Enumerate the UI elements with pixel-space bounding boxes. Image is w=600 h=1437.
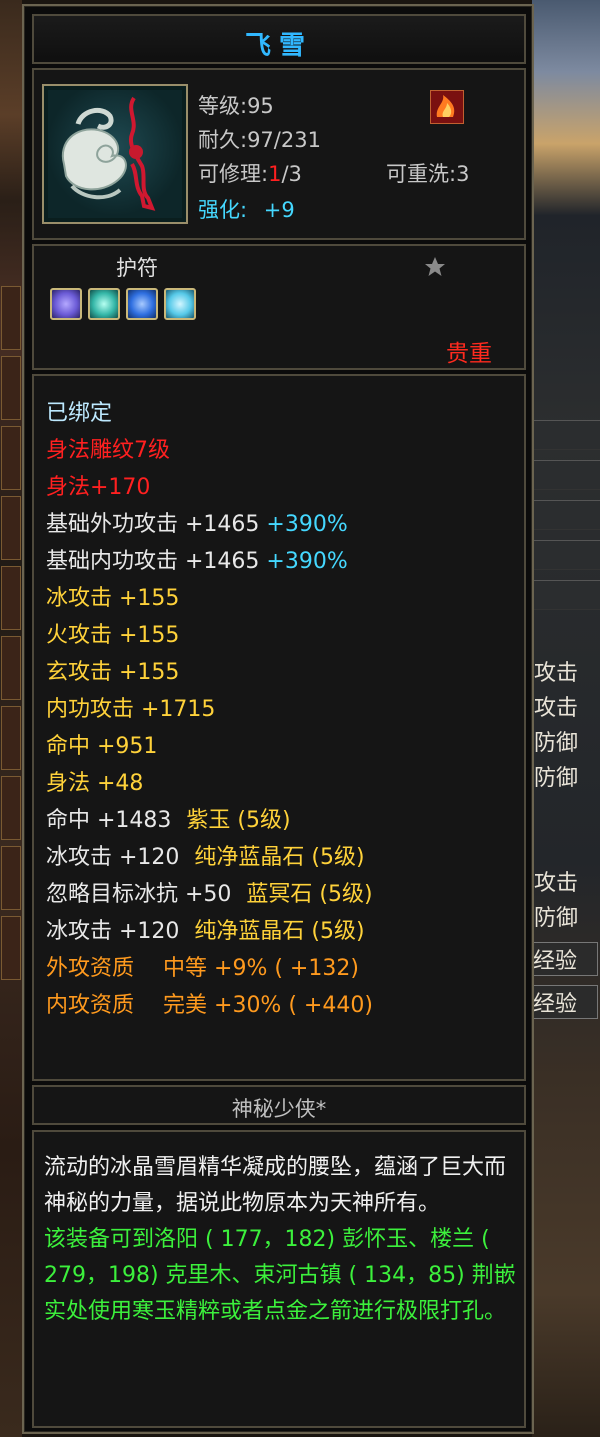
ice-attack: 冰攻击 +155 <box>46 586 180 611</box>
gem-stat: 冰攻击 +120 <box>46 845 180 870</box>
item-icon-frame <box>42 84 188 224</box>
item-level: 等级:95 <box>198 94 274 118</box>
background-slot[interactable] <box>1 426 21 490</box>
background-stat-row <box>534 460 600 490</box>
gem-name: 纯净蓝晶石 (5级) <box>194 845 365 870</box>
purple-gem-icon[interactable] <box>50 288 82 320</box>
gem-line-3: 忽略目标冰抗 +50 蓝冥石 (5级) <box>46 881 373 909</box>
repair-total: /3 <box>281 162 302 186</box>
cyan-gem-icon[interactable] <box>164 288 196 320</box>
carving-level: 身法雕纹7级 <box>46 438 170 463</box>
gem-name: 紫玉 (5级) <box>186 808 291 833</box>
teal-gem-icon[interactable] <box>88 288 120 320</box>
item-rarity: 贵重 <box>446 341 492 367</box>
background-slot[interactable] <box>1 286 21 350</box>
background-slot[interactable] <box>1 636 21 700</box>
background-slot[interactable] <box>1 846 21 910</box>
item-rewash: 可重洗:3 <box>386 162 470 186</box>
blue-gem-icon[interactable] <box>126 288 158 320</box>
base-outer-attack-pct: +390% <box>266 512 348 537</box>
base-inner-attack-pct: +390% <box>266 549 348 574</box>
quality-value: 中等 +9% ( +132) <box>163 956 359 981</box>
background-slot[interactable] <box>1 706 21 770</box>
mystic-attack: 玄攻击 +155 <box>46 660 180 685</box>
item-attributes: 已绑定 身法雕纹7级 身法+170 基础外功攻击 +1465 +390% 基础内… <box>32 374 526 1081</box>
hit-rating: 命中 +951 <box>46 734 158 759</box>
gem-stat: 命中 +1483 <box>46 808 172 833</box>
gem-name: 纯净蓝晶石 (5级) <box>194 919 365 944</box>
background-slot[interactable] <box>1 776 21 840</box>
carving-bonus: 身法+170 <box>46 475 151 500</box>
item-repair: 可修理:1/3 <box>198 158 302 188</box>
background-exp-button[interactable]: 经验 <box>532 942 598 976</box>
quality-label: 内攻资质 <box>46 993 135 1018</box>
gem-line-4: 冰攻击 +120 纯净蓝晶石 (5级) <box>46 918 365 946</box>
enhance-value: +9 <box>263 198 295 222</box>
base-outer-attack: 基础外功攻击 +1465 +390% <box>46 511 348 539</box>
background-inventory-slots <box>0 280 22 1040</box>
background-exp-button[interactable]: 经验 <box>532 985 598 1019</box>
quality-value: 完美 +30% ( +440) <box>163 993 373 1018</box>
star-icon <box>424 256 446 278</box>
base-inner-attack: 基础内功攻击 +1465 +390% <box>46 548 348 576</box>
enhance-label: 强化: <box>198 198 248 222</box>
gem-name: 蓝冥石 (5级) <box>246 882 373 907</box>
repair-used: 1 <box>268 162 282 186</box>
background-stat-row <box>534 580 600 610</box>
fire-attack: 火攻击 +155 <box>46 623 180 648</box>
repair-label: 可修理: <box>198 162 269 186</box>
agility: 身法 +48 <box>46 771 144 796</box>
background-stat-label: 防御 <box>534 731 579 756</box>
tooltip-title-bar: 飞雪 <box>32 14 526 64</box>
outer-attack-quality: 外攻资质 中等 +9% ( +132) <box>46 955 359 983</box>
item-maker: 神秘少侠* <box>231 1097 327 1121</box>
item-tooltip: 飞雪 等级:95 耐久:97/231 可修理:1/3 可重洗:3 强化: +9 <box>22 4 534 1434</box>
lore-text: 流动的冰晶雪眉精华凝成的腰坠，蕴涵了巨大而神秘的力量，据说此物原本为天神所有。 <box>44 1155 507 1216</box>
background-stat-label: 攻击 <box>534 871 579 896</box>
item-type-panel: 护符 贵重 <box>32 244 526 370</box>
gem-stat: 冰攻击 +120 <box>46 919 180 944</box>
background-slot[interactable] <box>1 566 21 630</box>
item-summary: 等级:95 耐久:97/231 可修理:1/3 可重洗:3 强化: +9 <box>32 68 526 240</box>
item-name: 飞雪 <box>244 31 313 61</box>
background-stat-row <box>534 540 600 570</box>
background-stat-label: 防御 <box>534 906 579 931</box>
background-slot[interactable] <box>1 916 21 980</box>
background-slot[interactable] <box>1 496 21 560</box>
gem-line-2: 冰攻击 +120 纯净蓝晶石 (5级) <box>46 844 365 872</box>
bound-status: 已绑定 <box>46 401 113 426</box>
background-stat-row <box>534 420 600 450</box>
hint-text: 该装备可到洛阳 ( 177，182) 彭怀玉、楼兰 ( 279，198) 克里木… <box>44 1227 516 1324</box>
maker-bar: 神秘少侠* <box>32 1085 526 1125</box>
background-stat-label: 攻击 <box>534 661 579 686</box>
flame-badge-icon <box>430 90 464 124</box>
item-durability: 耐久:97/231 <box>198 128 321 152</box>
inner-attack-quality: 内攻资质 完美 +30% ( +440) <box>46 992 373 1020</box>
item-description: 流动的冰晶雪眉精华凝成的腰坠，蕴涵了巨大而神秘的力量，据说此物原本为天神所有。 … <box>32 1130 526 1428</box>
description-text: 流动的冰晶雪眉精华凝成的腰坠，蕴涵了巨大而神秘的力量，据说此物原本为天神所有。 … <box>44 1150 520 1330</box>
background-stat-label: 防御 <box>534 766 579 791</box>
jade-pendant-icon <box>48 90 182 218</box>
gem-line-1: 命中 +1483 紫玉 (5级) <box>46 807 291 835</box>
base-outer-attack-value: 基础外功攻击 +1465 <box>46 512 260 537</box>
base-inner-attack-value: 基础内功攻击 +1465 <box>46 549 260 574</box>
quality-label: 外攻资质 <box>46 956 135 981</box>
background-stat-label: 攻击 <box>534 696 579 721</box>
item-enhance: 强化: +9 <box>198 194 295 224</box>
inner-attack: 内功攻击 +1715 <box>46 697 216 722</box>
background-slot[interactable] <box>1 356 21 420</box>
background-stat-row <box>534 500 600 530</box>
item-category: 护符 <box>116 256 158 280</box>
gem-stat: 忽略目标冰抗 +50 <box>46 882 232 907</box>
